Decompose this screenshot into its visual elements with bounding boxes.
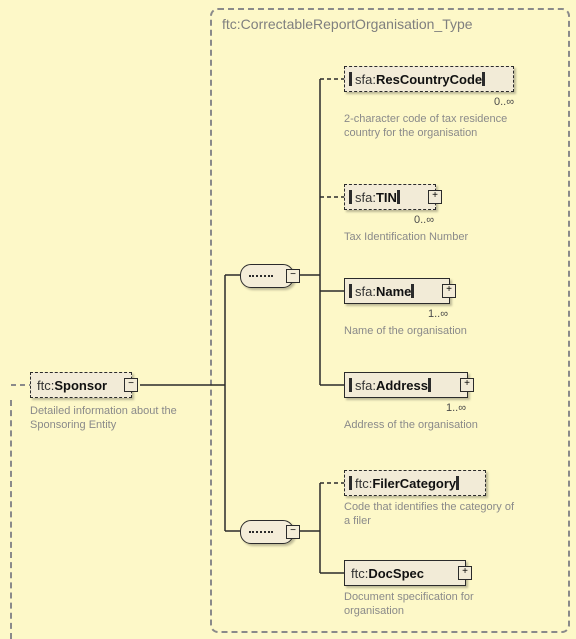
- desc-filer: Code that identifies the category of a f…: [344, 500, 514, 528]
- ns-label: ftc:: [355, 476, 372, 491]
- type-title: ftc:CorrectableReportOrganisation_Type: [222, 16, 568, 32]
- ns-label: sfa:: [355, 190, 376, 205]
- element-filer-category[interactable]: ftc:FilerCategory: [344, 470, 486, 496]
- cardinality: 0..∞: [494, 96, 514, 108]
- element-name: Sponsor: [54, 378, 107, 393]
- sequence-upper[interactable]: −: [240, 264, 294, 288]
- desc-sponsor: Detailed information about the Sponsorin…: [30, 404, 190, 432]
- element-sponsor[interactable]: ftc:Sponsor −: [30, 372, 132, 398]
- cardinality: 1..∞: [446, 402, 466, 414]
- sequence-lower[interactable]: −: [240, 520, 294, 544]
- cardinality: 1..∞: [428, 308, 448, 320]
- element-name: Name: [376, 284, 411, 299]
- ns-label: ftc:: [351, 566, 368, 581]
- desc-name: Name of the organisation: [344, 324, 524, 338]
- ns-label: sfa:: [355, 72, 376, 87]
- element-name: FilerCategory: [372, 476, 456, 491]
- element-address[interactable]: sfa:Address +: [344, 372, 468, 398]
- expand-icon[interactable]: +: [428, 190, 442, 204]
- desc-docspec: Document specification for organisation: [344, 590, 524, 618]
- ns-label: ftc:: [37, 378, 54, 393]
- element-name-el[interactable]: sfa:Name +: [344, 278, 450, 304]
- desc-tin: Tax Identification Number: [344, 230, 524, 244]
- desc-res-country: 2-character code of tax residence countr…: [344, 112, 514, 140]
- element-res-country-code[interactable]: sfa:ResCountryCode: [344, 66, 514, 92]
- expand-icon[interactable]: −: [286, 525, 300, 539]
- ns-label: sfa:: [355, 284, 376, 299]
- expand-icon[interactable]: +: [460, 378, 474, 392]
- cardinality: 0..∞: [414, 214, 434, 226]
- desc-address: Address of the organisation: [344, 418, 524, 432]
- expand-icon[interactable]: −: [286, 269, 300, 283]
- element-name: TIN: [376, 190, 397, 205]
- expand-icon[interactable]: +: [458, 566, 472, 580]
- element-name: ResCountryCode: [376, 72, 482, 87]
- vertical-dash-continuation: [10, 400, 12, 639]
- element-tin[interactable]: sfa:TIN +: [344, 184, 436, 210]
- expand-icon[interactable]: −: [124, 378, 138, 392]
- element-docspec[interactable]: ftc:DocSpec +: [344, 560, 466, 586]
- ns-label: sfa:: [355, 378, 376, 393]
- element-name: DocSpec: [368, 566, 424, 581]
- expand-icon[interactable]: +: [442, 284, 456, 298]
- element-name: Address: [376, 378, 428, 393]
